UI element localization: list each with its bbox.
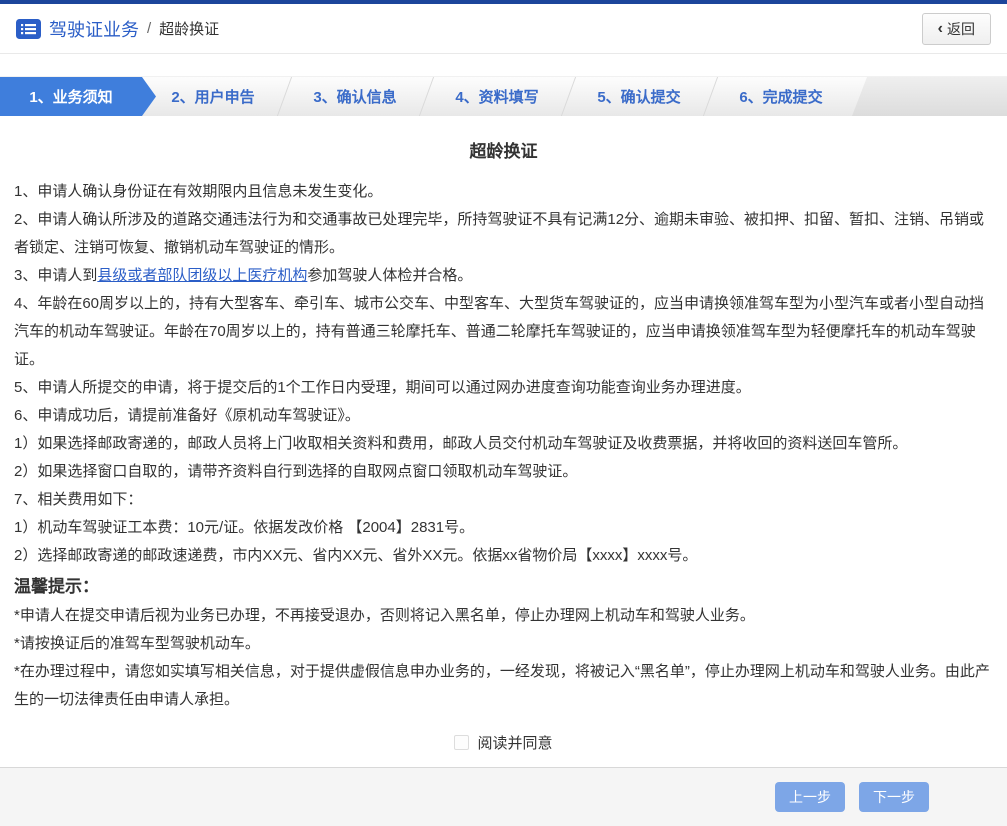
notice-item-3: 3、申请人到县级或者部队团级以上医疗机构参加驾驶人体检并合格。 bbox=[14, 262, 993, 290]
page-header: 驾驶证业务 / 超龄换证 ‹ 返回 bbox=[0, 4, 1007, 54]
tip-3: *在办理过程中，请您如实填写相关信息，对于提供虚假信息申办业务的，一经发现，将被… bbox=[14, 658, 993, 714]
next-step-button[interactable]: 下一步 bbox=[859, 782, 929, 812]
notice-item-5: 5、申请人所提交的申请，将于提交后的1个工作日内受理，期间可以通过网办进度查询功… bbox=[14, 374, 993, 402]
tip-2: *请按换证后的准驾车型驾驶机动车。 bbox=[14, 630, 993, 658]
breadcrumb-separator: / bbox=[147, 20, 151, 37]
step-6-complete-submit[interactable]: 6、完成提交 bbox=[710, 77, 852, 116]
back-button[interactable]: ‹ 返回 bbox=[922, 13, 991, 45]
agreement-row: 阅读并同意 bbox=[14, 732, 993, 753]
step-progress-bar: 1、业务须知 2、用户申告 3、确认信息 4、资料填写 5、确认提交 6、完成提… bbox=[0, 76, 1007, 116]
step-1-business-notice[interactable]: 1、业务须知 bbox=[0, 77, 156, 116]
notice-item-7-sub-2: 2）选择邮政寄递的邮政速递费，市内XX元、省内XX元、省外XX元。依据xx省物价… bbox=[14, 542, 993, 570]
notice-item-4: 4、年龄在60周岁以上的，持有大型客车、牵引车、城市公交车、中型客车、大型货车驾… bbox=[14, 290, 993, 374]
tips-heading: 温馨提示： bbox=[14, 572, 993, 602]
notice-item-7: 7、相关费用如下： bbox=[14, 486, 993, 514]
agree-checkbox[interactable] bbox=[454, 735, 469, 750]
step-label: 1、业务须知 bbox=[29, 86, 112, 107]
notice-item-3-suffix: 参加驾驶人体检并合格。 bbox=[307, 267, 472, 284]
notice-item-1: 1、申请人确认身份证在有效期限内且信息未发生变化。 bbox=[14, 178, 993, 206]
notice-item-6: 6、申请成功后，请提前准备好《原机动车驾驶证》。 bbox=[14, 402, 993, 430]
agree-checkbox-label[interactable]: 阅读并同意 bbox=[477, 732, 552, 753]
step-4-fill-materials[interactable]: 4、资料填写 bbox=[426, 77, 568, 116]
step-label: 4、资料填写 bbox=[455, 86, 538, 107]
step-label: 5、确认提交 bbox=[597, 86, 680, 107]
license-list-icon bbox=[16, 19, 41, 39]
notice-item-7-sub-1: 1）机动车驾驶证工本费：10元/证。依据发改价格 【2004】2831号。 bbox=[14, 514, 993, 542]
step-2-user-declaration[interactable]: 2、用户申告 bbox=[142, 77, 284, 116]
previous-step-button[interactable]: 上一步 bbox=[775, 782, 845, 812]
notice-content: 超龄换证 1、申请人确认身份证在有效期限内且信息未发生变化。 2、申请人确认所涉… bbox=[0, 142, 1007, 753]
back-button-label: 返回 bbox=[947, 19, 975, 39]
page-title-heading: 超龄换证 bbox=[14, 142, 993, 162]
step-bar-tail bbox=[852, 77, 1007, 116]
notice-item-6-sub-1: 1）如果选择邮政寄递的，邮政人员将上门收取相关资料和费用，邮政人员交付机动车驾驶… bbox=[14, 430, 993, 458]
step-label: 6、完成提交 bbox=[739, 86, 822, 107]
step-label: 3、确认信息 bbox=[313, 86, 396, 107]
tip-1: *申请人在提交申请后视为业务已办理，不再接受退办，否则将记入黑名单，停止办理网上… bbox=[14, 602, 993, 630]
notice-item-6-sub-2: 2）如果选择窗口自取的，请带齐资料自行到选择的自取网点窗口领取机动车驾驶证。 bbox=[14, 458, 993, 486]
breadcrumb-section[interactable]: 驾驶证业务 bbox=[49, 16, 139, 42]
notice-item-2: 2、申请人确认所涉及的道路交通违法行为和交通事故已处理完毕，所持驾驶证不具有记满… bbox=[14, 206, 993, 262]
notice-item-3-prefix: 3、申请人到 bbox=[14, 267, 97, 284]
footer-action-bar: 上一步 下一步 bbox=[0, 767, 1007, 826]
back-chevron-icon: ‹ bbox=[938, 21, 943, 37]
medical-institution-link[interactable]: 县级或者部队团级以上医疗机构 bbox=[97, 267, 307, 284]
breadcrumb-current: 超龄换证 bbox=[159, 18, 219, 39]
step-label: 2、用户申告 bbox=[171, 86, 254, 107]
step-5-confirm-submit[interactable]: 5、确认提交 bbox=[568, 77, 710, 116]
step-3-confirm-info[interactable]: 3、确认信息 bbox=[284, 77, 426, 116]
